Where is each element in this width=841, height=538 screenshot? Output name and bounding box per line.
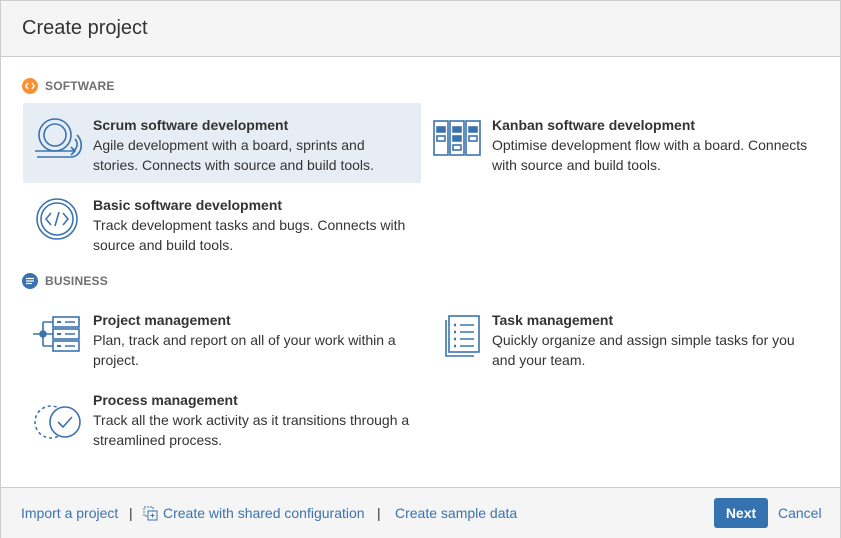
item-desc: Track development tasks and bugs. Connec… <box>93 217 406 253</box>
kanban-board-icon <box>430 113 482 165</box>
item-scrum-software[interactable]: Scrum software development Agile develop… <box>23 103 421 183</box>
section-business-label: BUSINESS <box>22 273 108 289</box>
task-list-icon <box>430 308 482 360</box>
item-title: Basic software development <box>93 197 283 213</box>
create-project-dialog: Create project SOFTWARE Scrum software d… <box>0 0 841 538</box>
item-kanban-software[interactable]: Kanban software development Optimise dev… <box>422 103 820 183</box>
item-desc: Optimise development flow with a board. … <box>492 137 808 173</box>
footer-separator: | <box>377 505 381 521</box>
dialog-header: Create project <box>1 1 840 57</box>
process-check-icon <box>31 388 83 440</box>
shared-config-icon <box>143 506 158 524</box>
next-button[interactable]: Next <box>714 498 768 528</box>
section-business-text: BUSINESS <box>45 274 108 288</box>
item-task-management[interactable]: Task management Quickly organize and ass… <box>422 298 820 378</box>
project-tree-icon <box>31 308 83 360</box>
item-desc: Quickly organize and assign simple tasks… <box>492 332 795 368</box>
item-title: Process management <box>93 392 238 408</box>
create-shared-config-link[interactable]: Create with shared configuration <box>163 505 365 521</box>
code-icon <box>31 193 83 245</box>
item-project-management[interactable]: Project management Plan, track and repor… <box>23 298 421 378</box>
scrum-cycle-icon <box>31 113 83 165</box>
dialog-title: Create project <box>22 17 148 39</box>
item-title: Project management <box>93 312 231 328</box>
code-brackets-icon <box>22 78 38 94</box>
item-desc: Agile development with a board, sprints … <box>93 137 374 173</box>
import-project-link[interactable]: Import a project <box>21 505 118 521</box>
footer-separator: | <box>129 505 133 521</box>
create-sample-data-link[interactable]: Create sample data <box>395 505 517 521</box>
list-icon <box>22 273 38 289</box>
item-desc: Track all the work activity as it transi… <box>93 412 410 448</box>
section-software-label: SOFTWARE <box>22 78 115 94</box>
section-software-text: SOFTWARE <box>45 79 115 93</box>
item-title: Scrum software development <box>93 117 289 133</box>
item-title: Task management <box>492 312 614 328</box>
cancel-link[interactable]: Cancel <box>778 505 822 521</box>
item-basic-software[interactable]: Basic software development Track develop… <box>23 183 421 263</box>
dialog-footer: Import a project | Create with shared co… <box>1 487 840 538</box>
item-process-management[interactable]: Process management Track all the work ac… <box>23 378 421 458</box>
item-title: Kanban software development <box>492 117 696 133</box>
item-desc: Plan, track and report on all of your wo… <box>93 332 396 368</box>
